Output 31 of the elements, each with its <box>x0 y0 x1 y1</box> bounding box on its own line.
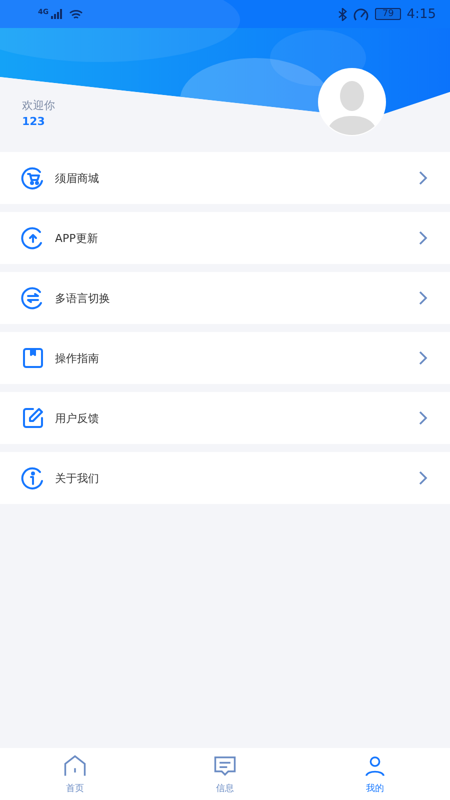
bluetooth-icon <box>338 8 348 20</box>
tab-bar-item[interactable]: 首页 <box>0 748 150 800</box>
chevron-right-icon <box>418 471 428 485</box>
wifi-icon <box>68 8 83 20</box>
clock-time: 4:15 <box>406 6 436 22</box>
edit-icon <box>21 406 45 430</box>
menu-item[interactable]: 关于我们 <box>0 452 450 504</box>
swap-icon <box>21 286 45 310</box>
menu-item[interactable]: 须眉商城 <box>0 152 450 204</box>
home-icon <box>62 753 88 779</box>
signal-icon <box>50 9 63 19</box>
menu-item[interactable]: 多语言切换 <box>0 272 450 324</box>
cart-icon <box>21 166 45 190</box>
battery-level: 79 <box>375 8 401 20</box>
info-icon <box>21 466 45 490</box>
bookmark-icon <box>21 346 45 370</box>
upload-icon <box>21 226 45 250</box>
chevron-right-icon <box>418 411 428 425</box>
chevron-right-icon <box>418 231 428 245</box>
welcome-text: 欢迎你 <box>22 98 55 113</box>
menu-item[interactable]: 用户反馈 <box>0 392 450 444</box>
menu-item[interactable]: APP更新 <box>0 212 450 264</box>
tab-bar-item[interactable]: 信息 <box>150 748 300 800</box>
menu-item[interactable]: 操作指南 <box>0 332 450 384</box>
chevron-right-icon <box>418 351 428 365</box>
chevron-right-icon <box>418 291 428 305</box>
speedometer-icon <box>353 8 370 20</box>
username: 123 <box>22 115 46 128</box>
tab-bar-item[interactable]: 我的 <box>300 748 450 800</box>
chevron-right-icon <box>418 171 428 185</box>
avatar[interactable] <box>318 68 386 136</box>
